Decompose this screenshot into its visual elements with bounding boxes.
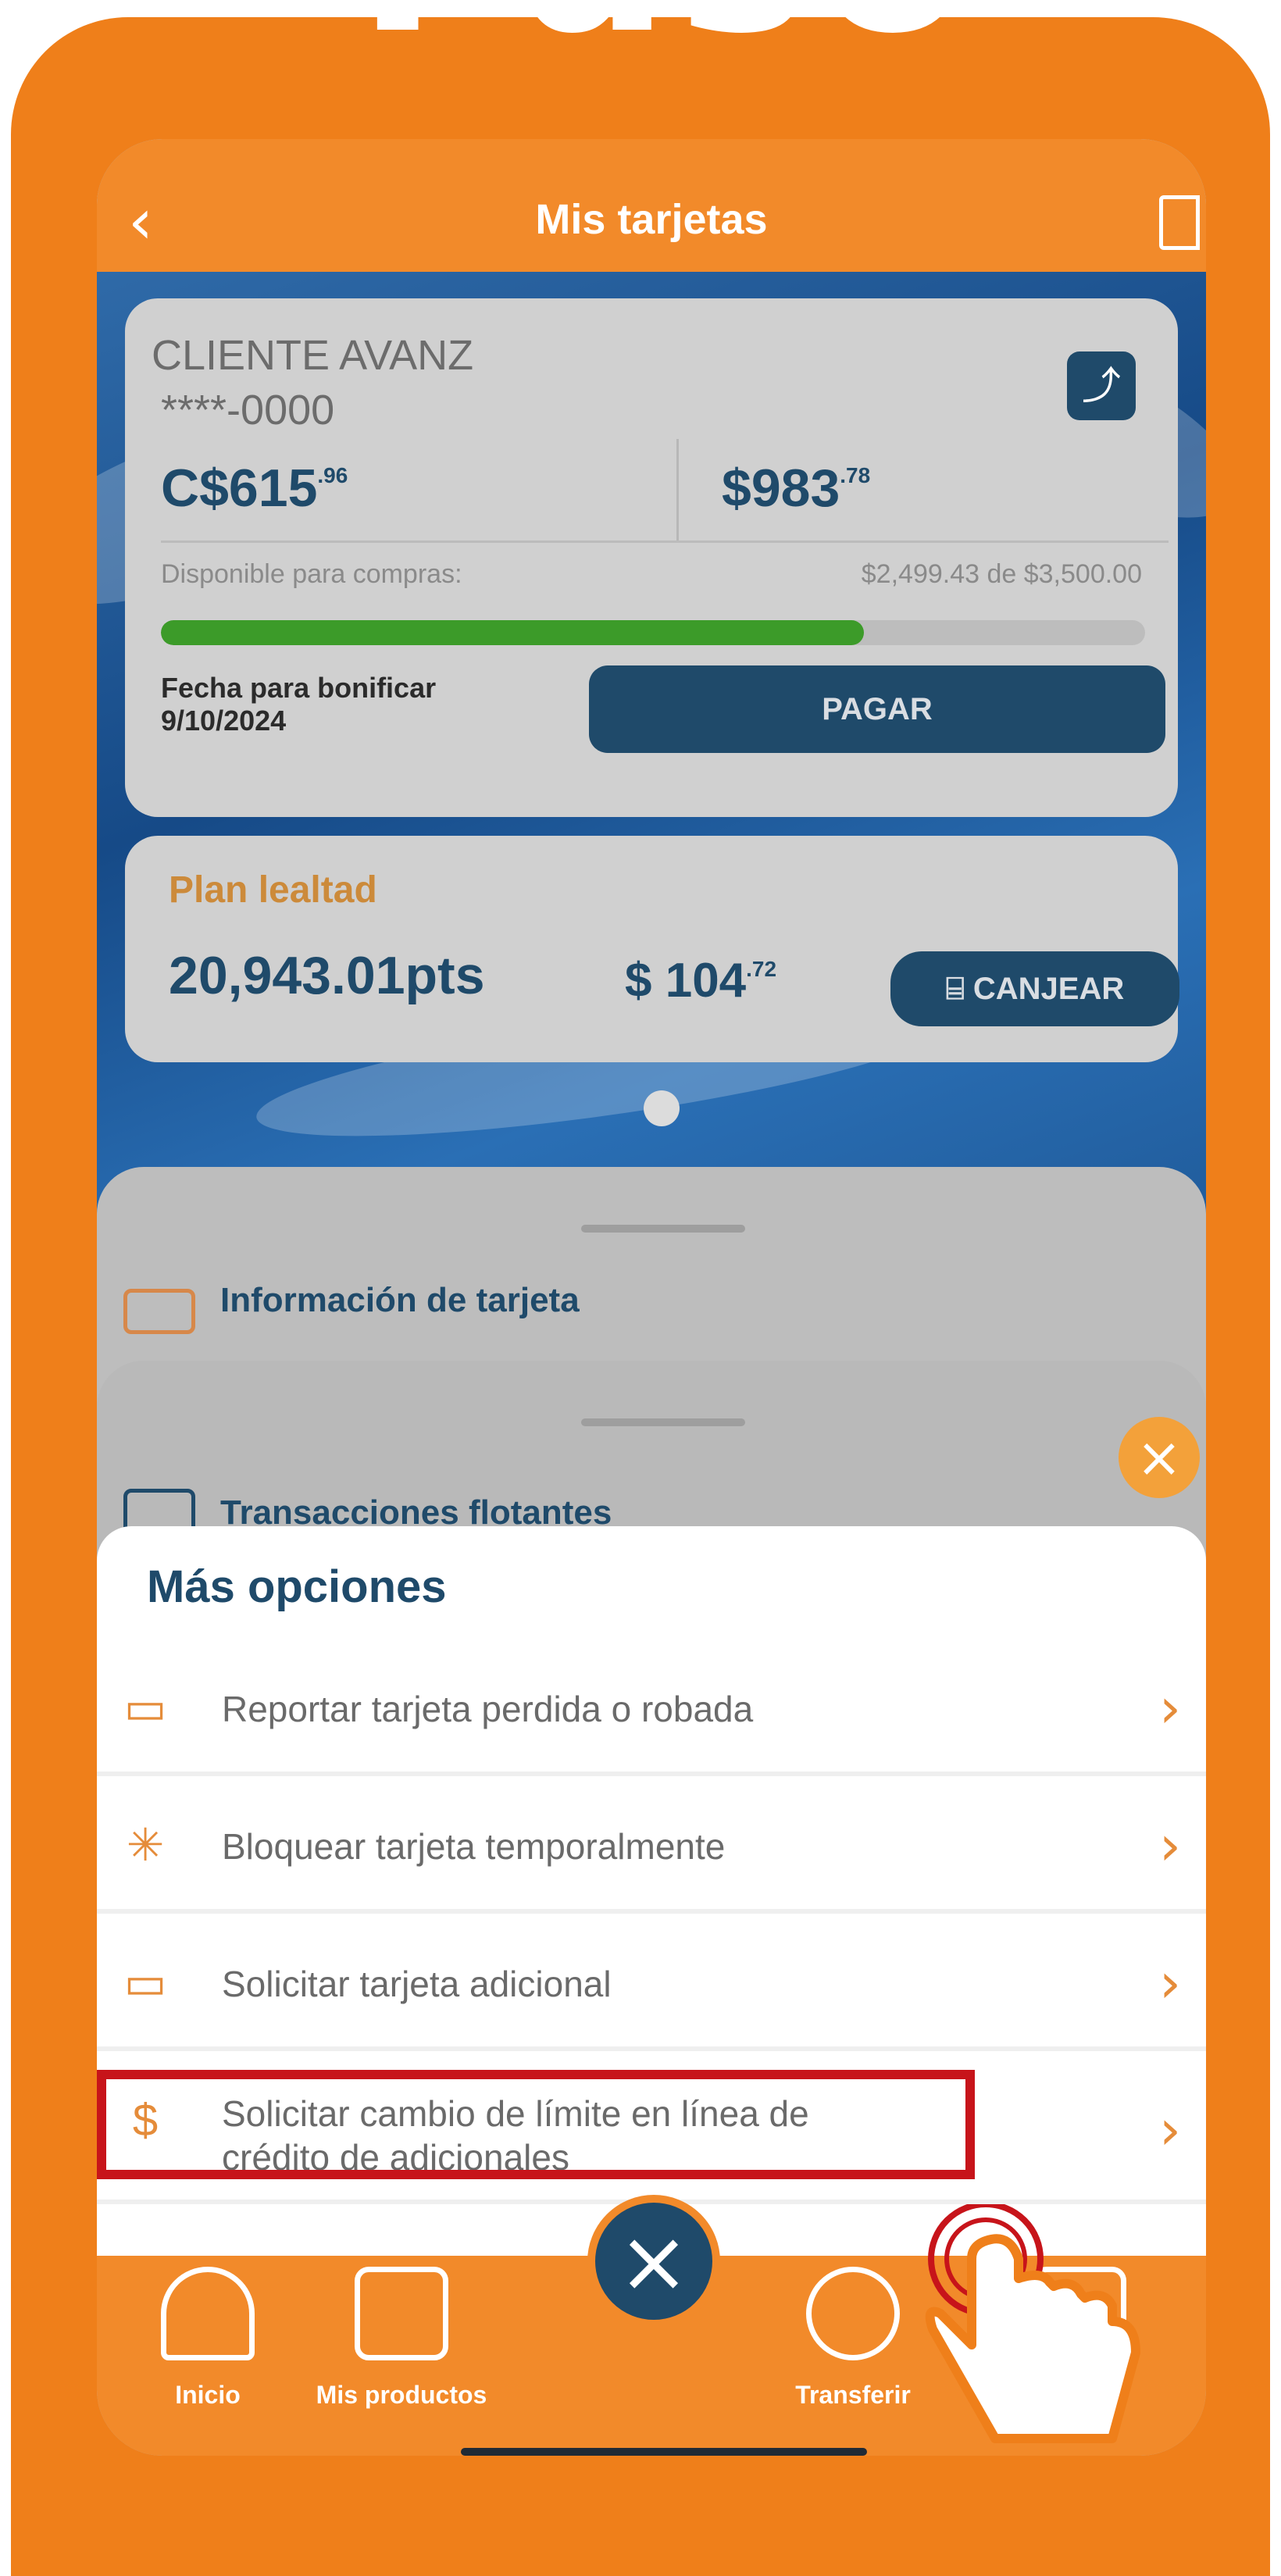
chevron-right-icon: ›	[1159, 2098, 1181, 2162]
step-title: Paso 9	[316, 0, 1019, 56]
close-menu-button[interactable]: ×	[587, 2195, 720, 2328]
page-title: Mis tarjetas	[535, 196, 768, 243]
home-icon	[161, 2267, 255, 2360]
credit-card-summary: CLIENTE AVANZ ****-0000 ⤴ C$615.96 $983.…	[125, 298, 1178, 817]
snowflake-icon: ✳	[126, 1820, 165, 1871]
share-icon[interactable]: ⤴	[1067, 351, 1136, 420]
sheet-handle[interactable]	[581, 1225, 745, 1233]
available-value: $2,499.43 de $3,500.00	[861, 559, 1142, 589]
sheet-handle[interactable]	[581, 1418, 745, 1426]
chevron-right-icon: ›	[1159, 1676, 1181, 1740]
wallet-icon	[355, 2267, 448, 2360]
available-label: Disponible para compras:	[161, 559, 462, 589]
option-label: Reportar tarjeta perdida o robada	[222, 1689, 754, 1729]
bonus-date: Fecha para bonificar 9/10/2024	[161, 672, 437, 737]
phone-screen: ‹ Mis tarjetas CLIENTE AVANZ ****-0000 ⤴…	[97, 139, 1206, 2456]
nav-label: Inicio	[175, 2381, 241, 2409]
options-title: Más opciones	[147, 1561, 447, 1612]
option-block-card[interactable]: ✳ Bloquear tarjeta temporalmente ›	[97, 1781, 1206, 1914]
carousel-dot[interactable]	[644, 1090, 680, 1126]
loyalty-money: $ 104.72	[625, 954, 777, 1008]
pointer-hand-icon	[925, 2204, 1140, 2443]
more-options-panel: Más opciones ▭ Reportar tarjeta perdida …	[97, 1526, 1206, 2307]
option-additional-card[interactable]: ▭ Solicitar tarjeta adicional ›	[97, 1918, 1206, 2051]
loyalty-title: Plan lealtad	[169, 869, 377, 911]
option-label: Bloquear tarjeta temporalmente	[222, 1826, 726, 1867]
home-indicator	[461, 2448, 867, 2456]
card-alert-icon: ▭	[123, 1682, 167, 1733]
loyalty-points: 20,943.01pts	[169, 946, 485, 1005]
nav-item-products[interactable]: Mis productos	[308, 2256, 495, 2456]
nav-label: Mis productos	[316, 2381, 487, 2409]
pay-button[interactable]: PAGAR	[589, 665, 1165, 753]
divider	[161, 541, 1169, 543]
client-name: CLIENTE AVANZ	[152, 332, 474, 379]
available-progress-fill	[161, 620, 864, 645]
chevron-right-icon: ›	[1159, 1951, 1181, 2015]
close-icon[interactable]: ×	[1119, 1417, 1200, 1498]
app-header: ‹ Mis tarjetas	[97, 139, 1206, 292]
balance-cordobas: C$615.96	[161, 458, 348, 518]
highlight-box	[97, 2070, 975, 2179]
available-progress-bar	[161, 620, 1145, 645]
loyalty-card: Plan lealtad 20,943.01pts $ 104.72 ⌸ CAN…	[125, 836, 1179, 1062]
transfer-icon	[806, 2267, 900, 2360]
gift-icon: ⌸	[945, 972, 973, 1006]
nav-item-home[interactable]: Inicio	[114, 2256, 302, 2456]
chevron-right-icon: ›	[1159, 1814, 1181, 1878]
logout-icon[interactable]	[1159, 195, 1200, 250]
nav-item-transfer[interactable]: Transferir	[759, 2256, 947, 2456]
credit-card-icon: ▭	[123, 1957, 167, 2008]
account-number: ****-0000	[161, 387, 335, 433]
nav-label: Transferir	[795, 2381, 911, 2409]
balance-dollars: $983.78	[722, 458, 871, 518]
credit-card-icon	[123, 1289, 195, 1334]
divider	[676, 439, 679, 541]
option-report-lost-card[interactable]: ▭ Reportar tarjeta perdida o robada ›	[97, 1643, 1206, 1776]
redeem-button[interactable]: ⌸ CANJEAR	[890, 951, 1179, 1026]
card-info-label[interactable]: Información de tarjeta	[220, 1281, 580, 1320]
option-label: Solicitar tarjeta adicional	[222, 1964, 612, 2004]
